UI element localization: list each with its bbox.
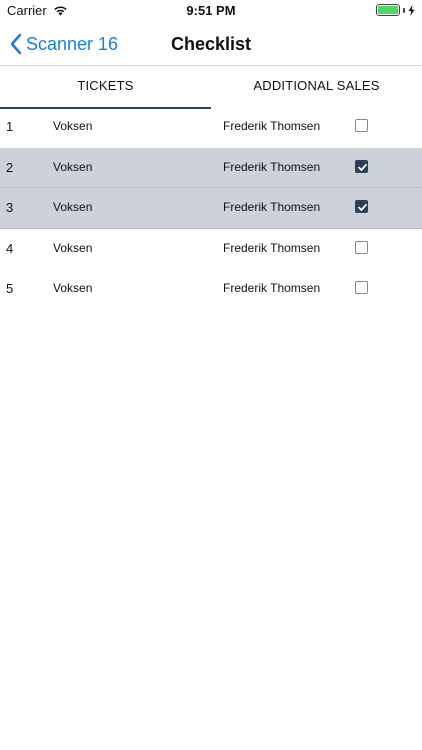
ticket-type: Voksen	[53, 200, 93, 215]
back-button[interactable]: Scanner 16	[10, 22, 118, 66]
status-bar: Carrier 9:51 PM	[0, 0, 422, 22]
ticket-number: 4	[6, 240, 14, 256]
table-row[interactable]: 5 Voksen Frederik Thomsen	[0, 269, 422, 310]
ticket-holder-name: Frederik Thomsen	[223, 119, 321, 133]
ticket-list: 1 Voksen Frederik Thomsen 2 Voksen Frede…	[0, 107, 422, 310]
ticket-holder-name: Frederik Thomsen	[223, 281, 321, 296]
ticket-checkbox[interactable]	[355, 200, 368, 214]
checkmark-icon	[358, 204, 367, 212]
ticket-checkbox[interactable]	[355, 159, 368, 173]
ticket-number: 1	[6, 119, 14, 134]
table-row[interactable]: 2 Voksen Frederik Thomsen	[0, 147, 422, 189]
table-row[interactable]: 3 Voksen Frederik Thomsen	[0, 188, 422, 229]
ticket-holder-name: Frederik Thomsen	[223, 200, 321, 215]
status-time: 9:51 PM	[186, 3, 236, 18]
ticket-type: Voksen	[53, 119, 93, 133]
tab-tickets[interactable]: TICKETS	[0, 66, 211, 109]
tab-bar: TICKETS ADDITIONAL SALES	[0, 66, 422, 109]
ticket-number: 2	[6, 159, 14, 175]
tab-additional-sales[interactable]: ADDITIONAL SALES	[211, 66, 422, 107]
ticket-number: 5	[6, 281, 14, 297]
ticket-type: Voksen	[53, 281, 93, 296]
navigation-bar: Scanner 16 Checklist	[0, 22, 422, 66]
ticket-type: Voksen	[53, 159, 93, 174]
ticket-checkbox[interactable]	[355, 119, 368, 132]
table-row[interactable]: 1 Voksen Frederik Thomsen	[0, 107, 422, 148]
battery-cap	[403, 7, 405, 13]
ticket-type: Voksen	[53, 240, 93, 255]
table-row[interactable]: 4 Voksen Frederik Thomsen	[0, 229, 422, 270]
chevron-left-icon	[10, 33, 22, 55]
ticket-holder-name: Frederik Thomsen	[223, 240, 321, 255]
charging-bolt-icon	[408, 4, 415, 16]
ticket-checkbox[interactable]	[355, 240, 368, 254]
battery-icon	[376, 4, 400, 16]
checkmark-icon	[358, 163, 367, 171]
ticket-checkbox[interactable]	[355, 281, 368, 295]
ticket-number: 3	[6, 200, 14, 216]
back-button-label: Scanner 16	[26, 33, 119, 54]
status-right	[376, 4, 415, 16]
ticket-holder-name: Frederik Thomsen	[223, 159, 321, 174]
